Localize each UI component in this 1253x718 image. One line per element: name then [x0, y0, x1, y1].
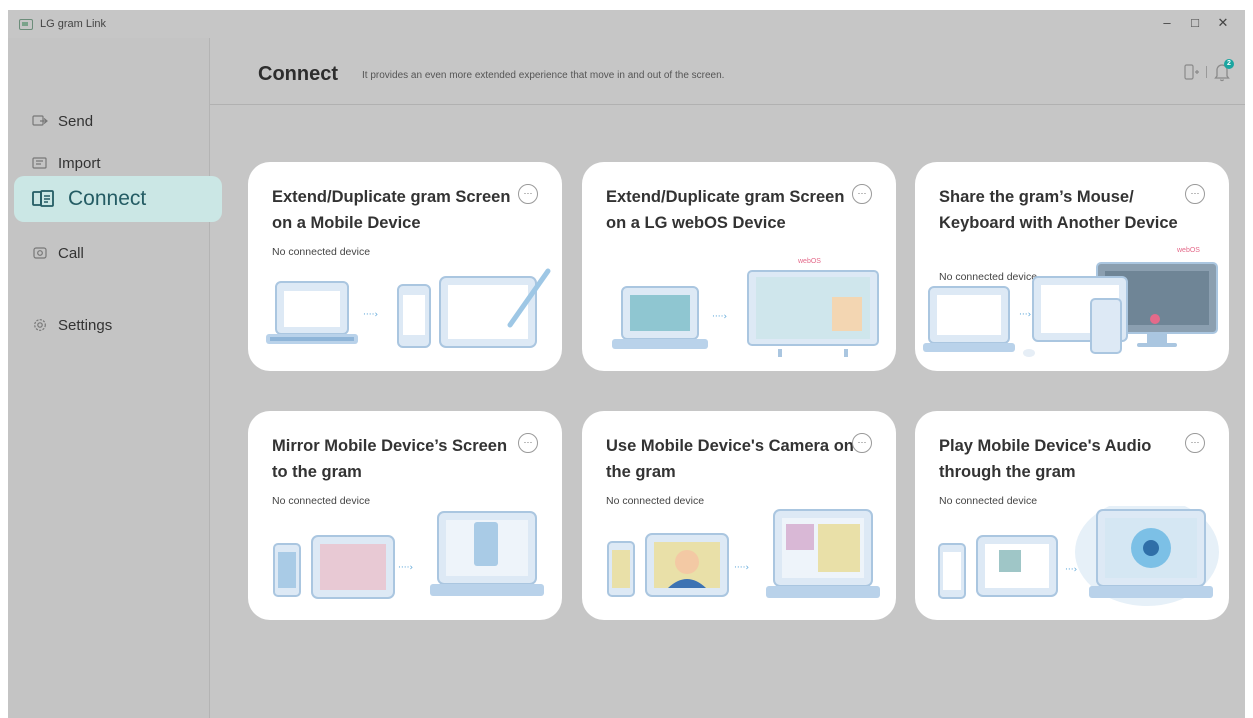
sidebar-item-call[interactable]: Call: [14, 230, 222, 276]
more-options-button[interactable]: ···: [518, 184, 538, 204]
sidebar-item-send[interactable]: Send: [14, 98, 222, 144]
audio-illustration: ···›: [938, 506, 1219, 606]
sidebar: Send Import Connect Call Settings: [8, 38, 222, 718]
sidebar-item-label: Import: [58, 154, 101, 172]
maximize-button[interactable]: □: [1181, 13, 1209, 33]
send-icon: [32, 115, 48, 127]
card-title: Play Mobile Device's Audio through the g…: [939, 437, 1152, 481]
page-description: It provides an even more extended experi…: [362, 70, 725, 81]
card-mirror-mobile[interactable]: Mirror Mobile Device’s Screen to the gra…: [248, 411, 562, 620]
header-actions: 2: [1184, 59, 1234, 82]
page-title: Connect: [258, 63, 338, 85]
mobile-extend-illustration: ····›: [266, 268, 551, 348]
mirror-screen-illustration: ····›: [273, 511, 544, 599]
webos-extend-illustration: ····›: [612, 270, 879, 357]
more-options-button[interactable]: ···: [852, 184, 872, 204]
more-options-button[interactable]: ···: [1185, 184, 1205, 204]
card-mobile-audio[interactable]: Play Mobile Device's Audio through the g…: [915, 411, 1229, 620]
title-bar: LG gram Link – □ ✕: [8, 10, 1245, 38]
connect-icon: [32, 190, 54, 208]
page-header: Connect It provides an even more extende…: [210, 38, 1245, 105]
camera-illustration: ····›: [607, 509, 880, 598]
card-title: Extend/Duplicate gram Screen on a Mobile…: [272, 188, 511, 232]
card-title: Use Mobile Device's Camera on the gram: [606, 437, 854, 481]
card-title: Extend/Duplicate gram Screen on a LG web…: [606, 188, 845, 232]
close-button[interactable]: ✕: [1209, 13, 1237, 33]
svg-text:···›: ···›: [1019, 310, 1031, 320]
card-share-mouse-keyboard[interactable]: Share the gram’s Mouse/ Keyboard with An…: [915, 162, 1229, 371]
more-options-button[interactable]: ···: [518, 433, 538, 453]
more-options-button[interactable]: ···: [1185, 433, 1205, 453]
webos-brand-label: webOS: [1177, 247, 1200, 254]
sidebar-item-settings[interactable]: Settings: [14, 302, 222, 348]
share-input-illustration: ···›: [923, 262, 1218, 357]
header-divider: [1206, 66, 1207, 78]
sidebar-item-label: Connect: [68, 187, 147, 210]
call-icon: [32, 247, 48, 259]
sidebar-item-label: Send: [58, 112, 94, 130]
more-options-button[interactable]: ···: [852, 433, 872, 453]
sidebar-item-connect[interactable]: Connect: [14, 176, 222, 222]
import-icon: [32, 157, 48, 169]
app-window: LG gram Link – □ ✕ Send Import Connect C…: [8, 10, 1245, 718]
card-extend-mobile[interactable]: Extend/Duplicate gram Screen on a Mobile…: [248, 162, 562, 371]
minimize-button[interactable]: –: [1153, 13, 1181, 33]
svg-text:····›: ····›: [398, 563, 413, 573]
window-title: LG gram Link: [40, 18, 107, 30]
card-title: Share the gram’s Mouse/ Keyboard with An…: [939, 188, 1178, 232]
add-device-icon[interactable]: [1184, 63, 1200, 81]
gear-icon: [32, 319, 48, 331]
sidebar-item-label: Call: [58, 244, 84, 262]
svg-text:····›: ····›: [734, 563, 749, 573]
card-extend-webos[interactable]: Extend/Duplicate gram Screen on a LG web…: [582, 162, 896, 371]
app-logo-icon: [19, 18, 33, 30]
notification-button[interactable]: 2: [1213, 59, 1234, 82]
card-title: Mirror Mobile Device’s Screen to the gra…: [272, 437, 508, 481]
sidebar-item-label: Settings: [58, 316, 113, 334]
window-controls: – □ ✕: [1153, 13, 1237, 33]
notification-badge: 2: [1224, 59, 1234, 69]
svg-text:····›: ····›: [363, 310, 378, 320]
webos-brand-label: webOS: [798, 258, 821, 265]
svg-text:···›: ···›: [1065, 565, 1077, 575]
svg-text:····›: ····›: [712, 312, 727, 322]
card-mobile-camera[interactable]: Use Mobile Device's Camera on the gram N…: [582, 411, 896, 620]
